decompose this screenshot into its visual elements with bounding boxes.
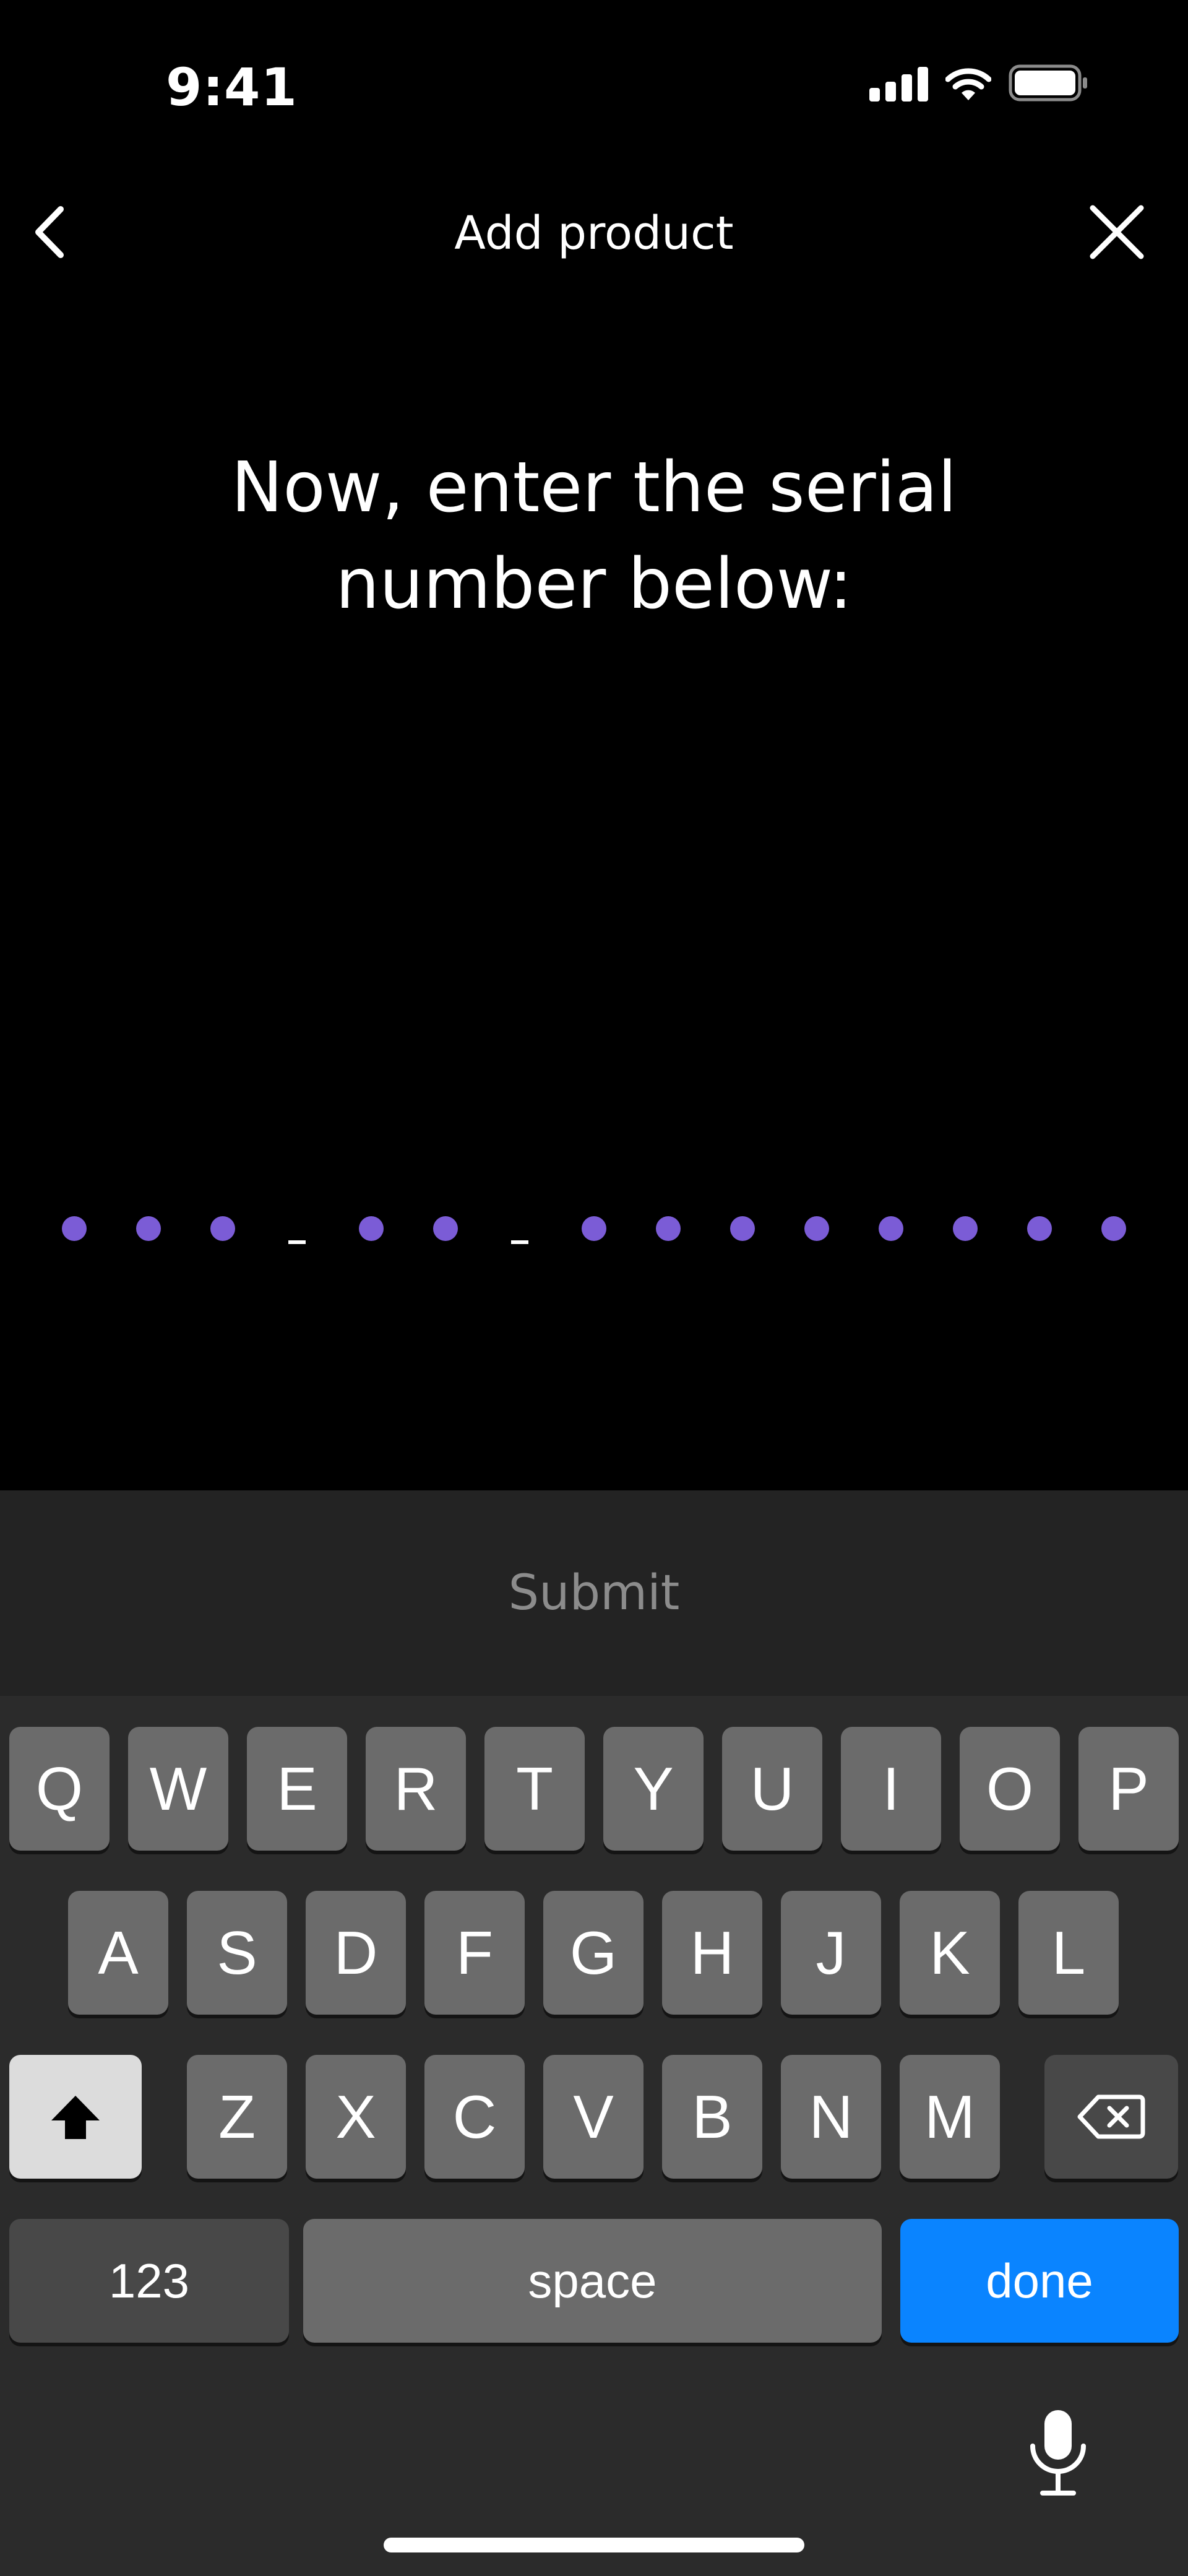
page-title: Add product <box>454 207 734 260</box>
key-g[interactable]: G <box>543 1891 644 2015</box>
keyboard-area: Submit Q W E R T Y U I O P A S D F G H J K L Z X C V B N M 123 spac… <box>0 1490 1188 2576</box>
instruction-heading: Now, enter the serial number below: <box>186 439 1002 633</box>
serial-separator <box>288 1240 306 1244</box>
status-bar: 9:41 <box>0 0 1188 173</box>
serial-digit-placeholder <box>359 1216 384 1241</box>
serial-digit-placeholder <box>730 1216 755 1241</box>
keyboard: Q W E R T Y U I O P A S D F G H J K L Z X C V B N M 123 space done <box>0 1696 1188 2576</box>
key-f[interactable]: F <box>424 1891 525 2015</box>
heading-line-1: Now, enter the serial <box>231 447 957 528</box>
key-y[interactable]: Y <box>603 1727 704 1851</box>
backspace-key[interactable] <box>1044 2055 1178 2179</box>
key-c[interactable]: C <box>424 2055 525 2179</box>
key-h[interactable]: H <box>662 1891 762 2015</box>
done-key[interactable]: done <box>900 2219 1179 2343</box>
serial-number-input[interactable] <box>62 1201 1126 1256</box>
serial-digit-placeholder <box>433 1216 458 1241</box>
submit-button[interactable]: Submit <box>0 1490 1188 1696</box>
serial-digit-placeholder <box>1027 1216 1052 1241</box>
key-l[interactable]: L <box>1018 1891 1119 2015</box>
key-w[interactable]: W <box>128 1727 228 1851</box>
shift-key[interactable] <box>9 2055 142 2179</box>
key-v[interactable]: V <box>543 2055 644 2179</box>
heading-line-2: number below: <box>335 544 853 625</box>
battery-icon <box>1009 64 1087 102</box>
key-t[interactable]: T <box>484 1727 585 1851</box>
microphone-icon[interactable] <box>1024 2408 1092 2500</box>
key-b[interactable]: B <box>662 2055 762 2179</box>
key-e[interactable]: E <box>247 1727 347 1851</box>
shift-icon <box>51 2096 100 2139</box>
key-j[interactable]: J <box>781 1891 881 2015</box>
serial-digit-placeholder <box>210 1216 235 1241</box>
home-indicator[interactable] <box>384 2538 804 2552</box>
key-k[interactable]: K <box>900 1891 1000 2015</box>
key-d[interactable]: D <box>306 1891 406 2015</box>
key-u[interactable]: U <box>722 1727 822 1851</box>
key-r[interactable]: R <box>366 1727 466 1851</box>
numbers-key[interactable]: 123 <box>9 2219 289 2343</box>
serial-digit-placeholder <box>804 1216 829 1241</box>
backspace-icon <box>1077 2094 1145 2139</box>
key-a[interactable]: A <box>68 1891 168 2015</box>
key-z[interactable]: Z <box>187 2055 287 2179</box>
close-icon[interactable] <box>1083 198 1151 266</box>
key-q[interactable]: Q <box>9 1727 110 1851</box>
serial-digit-placeholder <box>1101 1216 1126 1241</box>
space-key[interactable]: space <box>303 2219 882 2343</box>
key-p[interactable]: P <box>1078 1727 1179 1851</box>
serial-digit-placeholder <box>656 1216 681 1241</box>
key-i[interactable]: I <box>841 1727 941 1851</box>
wifi-icon <box>945 68 991 100</box>
key-o[interactable]: O <box>960 1727 1060 1851</box>
serial-separator <box>511 1240 528 1244</box>
key-s[interactable]: S <box>187 1891 287 2015</box>
serial-digit-placeholder <box>62 1216 87 1241</box>
serial-digit-placeholder <box>953 1216 978 1241</box>
serial-digit-placeholder <box>582 1216 606 1241</box>
status-time: 9:41 <box>166 57 298 118</box>
status-icons <box>869 64 1089 102</box>
key-x[interactable]: X <box>306 2055 406 2179</box>
key-n[interactable]: N <box>781 2055 881 2179</box>
nav-header: Add product <box>0 179 1188 285</box>
serial-digit-placeholder <box>879 1216 903 1241</box>
serial-digit-placeholder <box>136 1216 161 1241</box>
cellular-signal-icon <box>869 64 928 102</box>
key-m[interactable]: M <box>900 2055 1000 2179</box>
